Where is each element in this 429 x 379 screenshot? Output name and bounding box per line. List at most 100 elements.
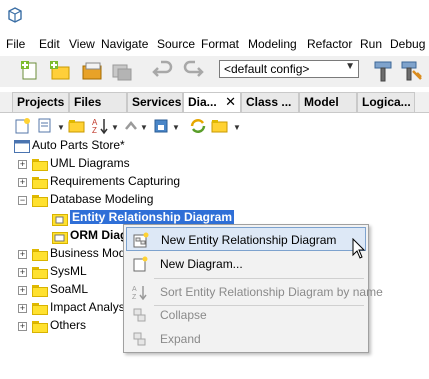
open-folder-icon[interactable] — [68, 117, 86, 135]
menu-separator — [154, 278, 364, 279]
menu-view[interactable]: View — [69, 37, 95, 51]
tree-item-others[interactable]: + Others — [18, 318, 118, 336]
collapse-icon — [133, 308, 146, 322]
tree-item-uml[interactable]: + UML Diagrams — [18, 156, 218, 174]
expand-icon[interactable]: + — [18, 250, 27, 259]
clean-build-icon[interactable] — [399, 59, 423, 83]
svg-text:Z: Z — [132, 294, 137, 300]
tree-item-business-model[interactable]: + Business Model — [18, 246, 135, 264]
main-toolbar — [0, 56, 429, 87]
menu-edit[interactable]: Edit — [39, 37, 60, 51]
tree-item-sysml[interactable]: + SysML — [18, 264, 118, 282]
tab-label: Class ... — [246, 95, 292, 109]
folder-icon — [32, 177, 48, 189]
build-hammer-icon[interactable] — [371, 59, 395, 83]
menu-item-expand: Expand — [126, 327, 366, 351]
folder-icon — [32, 285, 48, 297]
app-cube-icon[interactable] — [8, 7, 22, 23]
open-project-icon[interactable] — [80, 59, 104, 83]
tab-files[interactable]: Files — [69, 92, 127, 112]
configuration-select[interactable]: <default config> ▼ — [219, 60, 359, 78]
tab-projects[interactable]: Projects — [12, 92, 69, 112]
title-bar — [0, 0, 429, 31]
layers-icon[interactable] — [152, 117, 170, 135]
expand-icon[interactable]: + — [18, 178, 27, 187]
tree-item-impact-analysis[interactable]: + Impact Analysis — [18, 300, 123, 318]
close-icon[interactable]: ✕ — [225, 94, 236, 110]
tree-item-label: UML Diagrams — [50, 156, 130, 170]
menu-item-label: Collapse — [160, 308, 207, 322]
expand-icon[interactable]: + — [18, 268, 27, 277]
folder-icon — [32, 159, 48, 171]
chevron-down-icon[interactable]: ▼ — [233, 123, 241, 132]
tree-item-orm[interactable]: ORM Diag — [52, 228, 132, 246]
chevron-down-icon[interactable]: ▼ — [345, 61, 355, 72]
orm-folder-icon — [52, 232, 68, 244]
sort-az-icon: A Z — [132, 286, 147, 300]
tab-model[interactable]: Model — [299, 92, 357, 112]
undo-icon — [152, 60, 173, 77]
new-file-icon[interactable] — [18, 59, 42, 83]
new-diagram-icon — [133, 256, 148, 272]
close-project-icon — [112, 64, 132, 81]
diagram-navigator-toolbar: ▼ A Z ▼ ▼ ▼ ▼ — [0, 113, 429, 139]
tree-item-database-modeling[interactable]: − Database Modeling — [18, 192, 218, 210]
tab-class[interactable]: Class ... — [241, 92, 299, 112]
erd-folder-icon — [52, 214, 68, 226]
redo-icon — [183, 60, 204, 77]
tree-item-label-selected: Entity Relationship Diagram — [70, 210, 235, 224]
tab-diagrams[interactable]: Dia... ✕ — [183, 92, 241, 112]
tree-root[interactable]: Auto Parts Store* — [14, 138, 214, 156]
chevron-down-icon: ▼ — [140, 123, 148, 132]
tree-item-label: Database Modeling — [50, 192, 154, 206]
tab-label: Projects — [17, 95, 65, 109]
menu-run[interactable]: Run — [360, 37, 382, 51]
properties-icon[interactable] — [37, 117, 55, 135]
tree-item-soaml[interactable]: + SoaML — [18, 282, 118, 300]
tab-label: Services — [132, 95, 182, 109]
expand-icon — [133, 332, 146, 346]
tab-label: Dia... — [188, 95, 217, 109]
tab-label: Logica... — [362, 95, 411, 109]
menu-file[interactable]: File — [6, 37, 25, 51]
menu-modeling[interactable]: Modeling — [248, 37, 297, 51]
tab-label: Model — [304, 95, 339, 109]
menu-format[interactable]: Format — [201, 37, 239, 51]
new-diagram-icon[interactable] — [14, 117, 32, 135]
menu-refactor[interactable]: Refactor — [307, 37, 352, 51]
menu-item-sort: A Z Sort Entity Relationship Diagram by … — [126, 280, 383, 304]
folder-icon — [32, 303, 48, 315]
menu-navigate[interactable]: Navigate — [101, 37, 148, 51]
tree-item-label: SoaML — [50, 282, 89, 296]
expand-icon[interactable]: + — [18, 286, 27, 295]
tab-label: Files — [74, 95, 102, 109]
expand-icon[interactable]: + — [18, 304, 27, 313]
sort-az-icon[interactable]: A Z — [91, 117, 109, 135]
svg-text:A: A — [132, 286, 137, 293]
chevron-down-icon[interactable]: ▼ — [57, 123, 65, 132]
chevron-down-icon[interactable]: ▼ — [172, 123, 180, 132]
tab-logical[interactable]: Logica... — [357, 92, 415, 112]
expand-icon[interactable]: + — [18, 322, 27, 331]
tree-item-label: Impact Analysis — [50, 300, 123, 314]
menu-item-collapse: Collapse — [126, 303, 366, 327]
folder-icon[interactable] — [211, 117, 229, 135]
tree-item-requirements[interactable]: + Requirements Capturing — [18, 174, 218, 192]
menu-item-label: Sort Entity Relationship Diagram by name — [160, 285, 383, 299]
collapse-icon[interactable]: − — [18, 196, 27, 205]
expand-icon[interactable]: + — [18, 160, 27, 169]
tree-item-label: Business Model — [50, 246, 135, 260]
menu-source[interactable]: Source — [157, 37, 195, 51]
tree-item-label: Requirements Capturing — [50, 174, 181, 188]
refresh-icon[interactable] — [189, 117, 207, 135]
project-icon — [14, 140, 30, 153]
panel-tabs: Projects Files Services Dia... ✕ Class .… — [0, 92, 429, 113]
menu-item-new-diagram[interactable]: New Diagram... — [126, 252, 366, 276]
menu-item-new-erd[interactable]: New Entity Relationship Diagram — [126, 227, 366, 251]
new-project-icon[interactable] — [48, 59, 72, 83]
tab-services[interactable]: Services — [127, 92, 183, 112]
chevron-down-icon[interactable]: ▼ — [111, 123, 119, 132]
menu-debug[interactable]: Debug — [390, 37, 425, 51]
mouse-cursor-icon — [352, 238, 366, 259]
svg-text:Z: Z — [92, 126, 97, 135]
